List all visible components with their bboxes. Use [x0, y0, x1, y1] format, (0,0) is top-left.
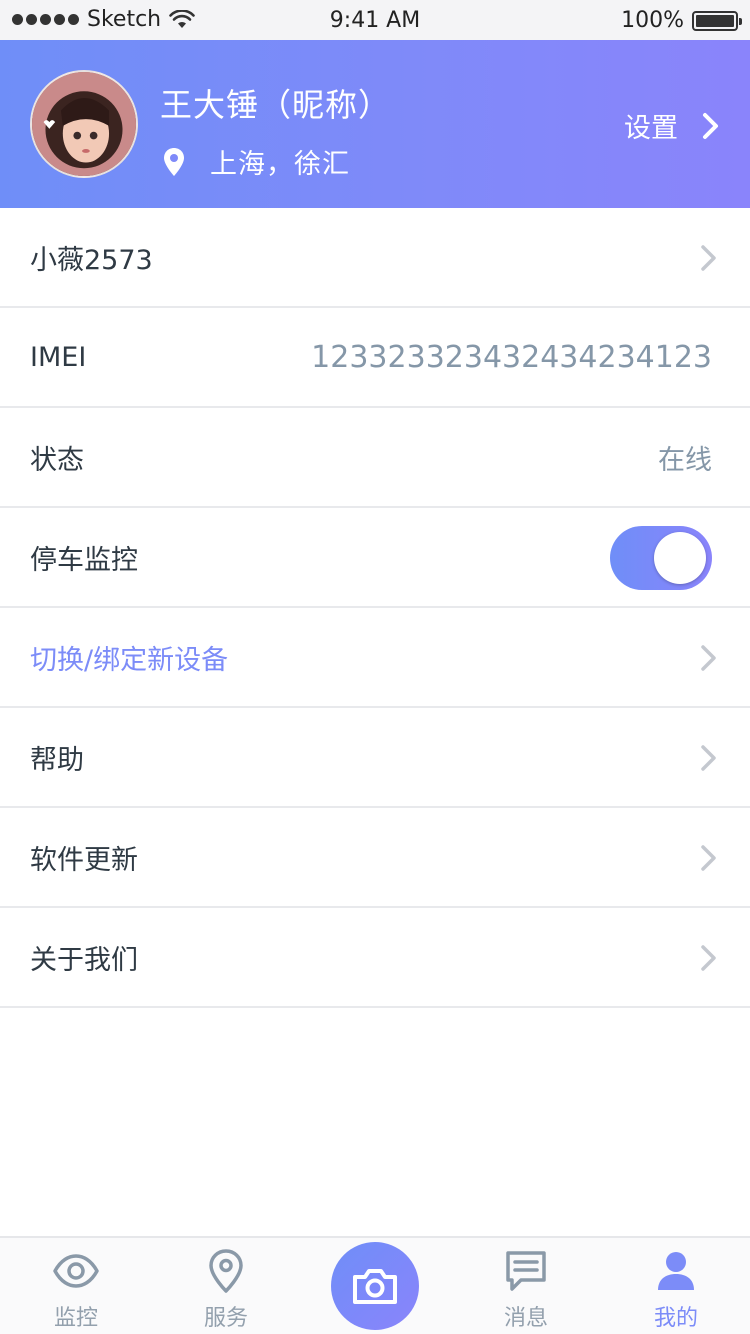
wifi-icon [169, 9, 195, 28]
about-row[interactable]: 关于我们 [0, 908, 750, 1008]
status-label: 状态 [30, 444, 84, 476]
person-icon [658, 1252, 694, 1290]
parking-monitor-toggle[interactable] [610, 526, 712, 590]
chat-bubble-icon [506, 1251, 546, 1291]
chevron-right-icon [701, 745, 716, 771]
chevron-right-icon [701, 945, 716, 971]
battery-icon [692, 10, 742, 31]
tab-messages-label: 消息 [503, 1306, 548, 1331]
camera-icon [353, 1269, 397, 1304]
tab-service[interactable]: 服务 [151, 1248, 301, 1332]
tab-mine[interactable]: 我的 [601, 1248, 750, 1332]
location-pin-icon [164, 147, 184, 176]
profile-page: Sketch 9:41 AM 100% 王大锤（昵称） 上海，徐汇 设置 小薇2… [0, 0, 750, 1334]
tab-messages[interactable]: 消息 [451, 1248, 601, 1332]
status-left: Sketch [12, 7, 195, 32]
camera-button[interactable] [331, 1242, 419, 1330]
tab-monitor-label: 监控 [53, 1306, 98, 1331]
tab-mine-label: 我的 [653, 1306, 698, 1331]
software-update-label: 软件更新 [30, 844, 138, 876]
toggle-knob [654, 532, 706, 584]
help-label: 帮助 [30, 744, 84, 776]
location-row: 上海，徐汇 [162, 142, 350, 181]
carrier-name: Sketch [87, 7, 162, 32]
profile-header: 王大锤（昵称） 上海，徐汇 设置 [0, 40, 750, 208]
status-right: 100% [621, 8, 742, 33]
about-label: 关于我们 [30, 944, 138, 976]
parking-monitor-row: 停车监控 [0, 508, 750, 608]
tab-service-label: 服务 [203, 1306, 248, 1331]
chevron-right-icon [701, 845, 716, 871]
software-update-row[interactable]: 软件更新 [0, 808, 750, 908]
settings-label: 设置 [624, 113, 678, 144]
eye-icon [53, 1254, 99, 1288]
switch-device-row[interactable]: 切换/绑定新设备 [0, 608, 750, 708]
location-text: 上海，徐汇 [210, 149, 350, 180]
device-name-row[interactable]: 小薇2573 [0, 208, 750, 308]
tab-monitor[interactable]: 监控 [1, 1248, 151, 1332]
chevron-right-icon [701, 645, 716, 671]
chevron-right-icon [701, 245, 716, 271]
battery-percent: 100% [621, 8, 684, 33]
map-pin-icon [209, 1249, 243, 1293]
device-name-label: 小薇2573 [30, 244, 153, 276]
status-bar: Sketch 9:41 AM 100% [0, 0, 750, 40]
parking-monitor-label: 停车监控 [30, 544, 138, 576]
chevron-right-icon [703, 112, 718, 139]
imei-label: IMEI [30, 341, 87, 373]
settings-list: 小薇2573 IMEI 12332332343243423412​3 状态 在线… [0, 208, 750, 1008]
status-row: 状态 在线 [0, 408, 750, 508]
user-nickname: 王大锤（昵称） [160, 86, 392, 124]
settings-button[interactable]: 设置 [624, 106, 720, 145]
imei-row: IMEI 12332332343243423412​3 [0, 308, 750, 408]
switch-device-label: 切换/绑定新设备 [30, 644, 229, 676]
signal-strength-icon [12, 14, 79, 25]
avatar-image [32, 72, 136, 176]
status-value: 在线 [658, 444, 712, 476]
avatar[interactable] [30, 70, 138, 178]
help-row[interactable]: 帮助 [0, 708, 750, 808]
imei-value: 12332332343243423412​3 [311, 339, 712, 375]
